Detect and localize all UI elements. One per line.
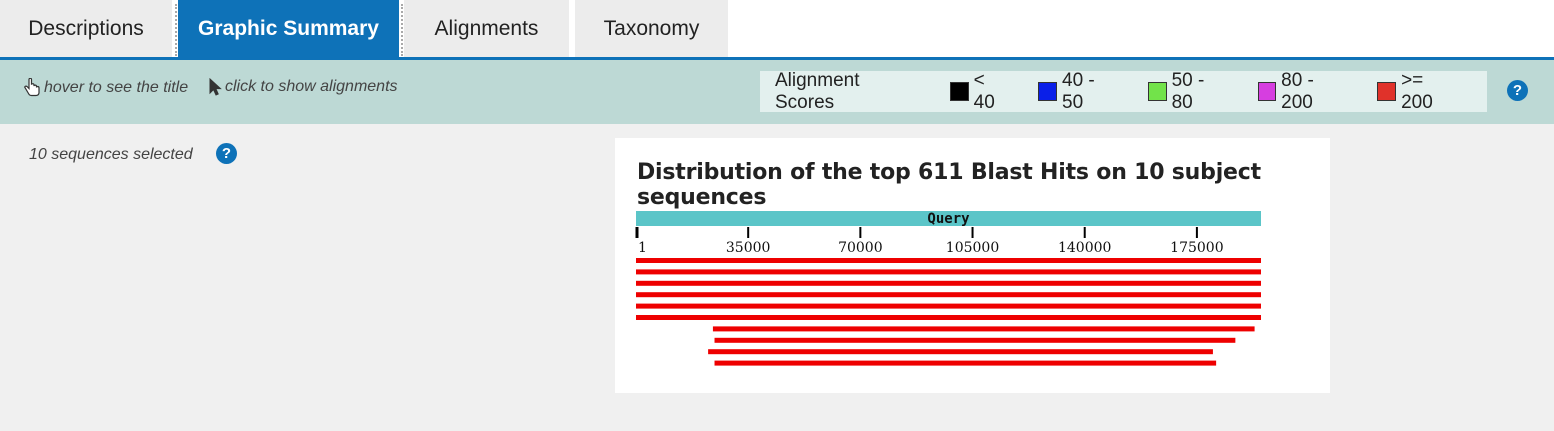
legend-swatch bbox=[1038, 82, 1058, 101]
hand-pointer-icon bbox=[24, 78, 40, 97]
hit-bar bbox=[636, 303, 1261, 309]
legend-swatch bbox=[1377, 82, 1397, 101]
tab-taxonomy[interactable]: Taxonomy bbox=[575, 0, 728, 57]
cursor-arrow-icon bbox=[209, 78, 222, 96]
sequences-selected-text: 10 sequences selected bbox=[29, 146, 193, 163]
hover-hint-text: hover to see the title bbox=[44, 78, 189, 96]
legend-item-lt40: < 40 bbox=[950, 70, 1010, 114]
legend-help-icon[interactable]: ? bbox=[1507, 80, 1528, 101]
tick-label: 70000 bbox=[838, 240, 883, 256]
tab-graphic-summary[interactable]: Graphic Summary bbox=[178, 0, 399, 57]
query-label: Query bbox=[927, 211, 970, 227]
legend-item-40-50: 40 - 50 bbox=[1038, 70, 1120, 114]
hit-bar bbox=[636, 315, 1261, 320]
click-hint: click to show alignments bbox=[209, 78, 398, 96]
alignment-plot: Query 1 35000 70000 105000 140000 175000 bbox=[635, 211, 1261, 366]
legend-item-gte200: >= 200 bbox=[1377, 70, 1459, 114]
legend-label: 50 - 80 bbox=[1171, 69, 1205, 113]
legend-label: >= 200 bbox=[1401, 69, 1433, 113]
hit-bar bbox=[636, 269, 1261, 275]
hit-bar bbox=[636, 258, 1261, 263]
tab-separator bbox=[401, 4, 403, 56]
tick-label: 105000 bbox=[946, 240, 999, 256]
hit-bar bbox=[714, 360, 1217, 366]
selection-help-icon[interactable]: ? bbox=[216, 143, 237, 164]
hit-bar bbox=[636, 280, 1261, 286]
hover-hint: hover to see the title bbox=[24, 78, 188, 97]
hit-bar bbox=[714, 337, 1236, 343]
legend-swatch bbox=[950, 82, 969, 101]
tab-descriptions[interactable]: Descriptions bbox=[0, 0, 172, 57]
hit-bar bbox=[708, 349, 1213, 355]
tab-bar: Descriptions Graphic Summary Alignments … bbox=[0, 0, 1554, 60]
legend-item-50-80: 50 - 80 bbox=[1147, 69, 1230, 114]
tick-label: 35000 bbox=[726, 240, 771, 256]
legend-label: < 40 bbox=[973, 69, 995, 113]
graphic-toolbar: hover to see the title click to show ali… bbox=[0, 60, 1554, 124]
legend-title: Alignment Scores bbox=[775, 69, 860, 113]
hit-bar bbox=[712, 326, 1255, 332]
tick-label: 140000 bbox=[1058, 240, 1111, 256]
legend-item-80-200: 80 - 200 bbox=[1257, 69, 1350, 114]
hit-bar bbox=[636, 292, 1261, 298]
tab-separator bbox=[175, 4, 177, 56]
legend-swatch bbox=[1147, 82, 1167, 101]
graphic-summary-panel: Distribution of the top 611 Blast Hits o… bbox=[615, 138, 1330, 393]
legend-swatch bbox=[1257, 82, 1277, 101]
legend-label: 40 - 50 bbox=[1062, 69, 1095, 113]
tick-label: 175000 bbox=[1170, 240, 1223, 256]
legend-label: 80 - 200 bbox=[1281, 69, 1314, 113]
tick-label: 1 bbox=[638, 240, 647, 256]
click-hint-text: click to show alignments bbox=[225, 78, 398, 95]
alignment-scores-legend: Alignment Scores < 40 40 - 50 50 - 80 80… bbox=[760, 69, 1487, 114]
tab-alignments[interactable]: Alignments bbox=[404, 0, 569, 57]
